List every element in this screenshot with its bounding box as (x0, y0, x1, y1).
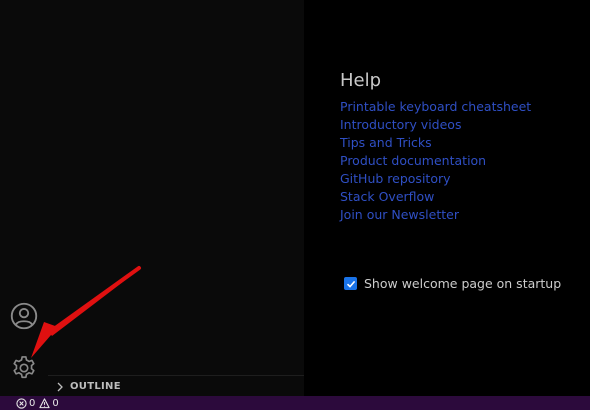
link-github-repository[interactable]: GitHub repository (340, 170, 531, 188)
warning-count: 0 (52, 397, 59, 409)
status-bar: 0 0 (0, 396, 590, 410)
checkmark-icon (346, 280, 355, 288)
warning-icon (39, 397, 51, 408)
outline-section-header[interactable]: OUTLINE (48, 375, 304, 397)
link-tips-and-tricks[interactable]: Tips and Tricks (340, 134, 531, 152)
sidebar: OUTLINE (48, 0, 304, 396)
link-product-documentation[interactable]: Product documentation (340, 152, 531, 170)
show-on-startup-row: Show welcome page on startup (344, 276, 561, 291)
link-introductory-videos[interactable]: Introductory videos (340, 116, 531, 134)
link-join-newsletter[interactable]: Join our Newsletter (340, 206, 531, 224)
show-on-startup-label[interactable]: Show welcome page on startup (364, 276, 561, 291)
gear-icon (13, 356, 35, 379)
link-keyboard-cheatsheet[interactable]: Printable keyboard cheatsheet (340, 98, 531, 116)
error-count: 0 (29, 397, 36, 409)
error-icon (16, 397, 27, 409)
link-stack-overflow[interactable]: Stack Overflow (340, 188, 531, 206)
outline-label: OUTLINE (70, 381, 121, 392)
show-on-startup-checkbox[interactable] (344, 277, 357, 290)
welcome-editor: Help Printable keyboard cheatsheet Intro… (304, 0, 590, 396)
accounts-button[interactable] (8, 300, 40, 332)
help-links-list: Printable keyboard cheatsheet Introducto… (340, 98, 531, 224)
manage-settings-button[interactable] (8, 352, 40, 384)
chevron-right-icon (54, 381, 66, 393)
account-icon (10, 302, 38, 330)
activity-bar (0, 0, 48, 396)
help-section-title: Help (340, 70, 382, 91)
problems-indicator[interactable]: 0 0 (16, 398, 63, 409)
